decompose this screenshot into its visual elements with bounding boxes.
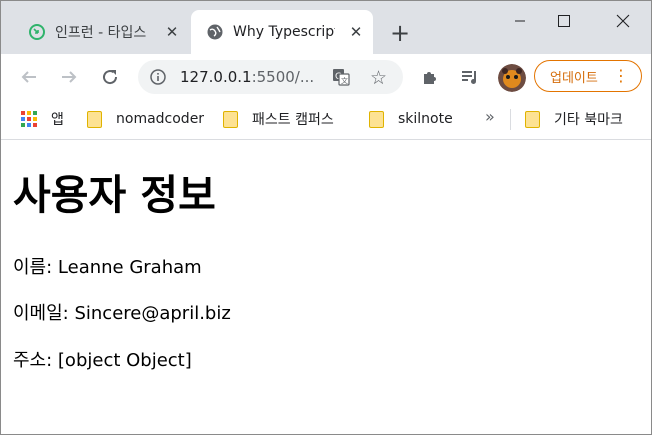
globe-icon (207, 24, 223, 40)
tab-close-icon[interactable]: ✕ (347, 23, 365, 41)
tab-close-icon[interactable]: ✕ (163, 23, 181, 41)
browser-window: 인프런 - 타입스 ✕ Why Typescript ✕ + 127.0.0.1… (0, 0, 652, 435)
bookmark-folder-fastcampus[interactable]: 패스트 캠퍼스 (223, 108, 334, 130)
reload-icon (103, 70, 118, 85)
toolbar: 127.0.0.1:5500/... G文 ☆ 업데이트 ⋮ (1, 54, 651, 100)
tab-title: 인프런 - 타입스 (55, 25, 147, 41)
page-title: 사용자 정보 (13, 171, 216, 219)
back-button[interactable] (15, 63, 43, 91)
close-window-button[interactable] (601, 7, 645, 35)
folder-icon (87, 110, 102, 128)
user-email-line: 이메일: Sincere@april.biz (13, 303, 231, 324)
puzzle-icon (424, 72, 436, 84)
svg-text:文: 文 (341, 76, 348, 85)
new-tab-button[interactable]: + (387, 19, 413, 47)
bookmarks-divider (510, 109, 511, 130)
url-text[interactable]: 127.0.0.1:5500/... (180, 68, 314, 86)
tab-inflearn[interactable]: 인프런 - 타입스 ✕ (15, 10, 189, 54)
tab-title: Why Typescript (233, 24, 335, 40)
forward-button[interactable] (55, 63, 83, 91)
bookmark-label: 앱 (51, 112, 64, 128)
bookmark-label: nomadcoder (116, 111, 205, 127)
inflearn-icon (29, 24, 45, 40)
profile-avatar[interactable] (498, 64, 526, 92)
minimize-button[interactable] (498, 7, 542, 35)
chevron-right-icon[interactable]: » (485, 107, 495, 126)
more-menu-icon[interactable]: ⋮ (613, 68, 629, 84)
maximize-button[interactable] (542, 7, 586, 35)
user-name-line: 이름: Leanne Graham (13, 257, 202, 278)
translate-icon[interactable]: G文 (332, 68, 350, 90)
url-path: :5500/... (251, 68, 315, 86)
forward-arrow-icon (62, 71, 77, 83)
bookmark-label: skilnote (398, 111, 453, 127)
playlist-icon (462, 71, 476, 84)
url-host: 127.0.0.1 (180, 68, 252, 86)
reload-button[interactable] (96, 63, 124, 91)
bookmark-folder-other[interactable]: 기타 북마크 (525, 108, 623, 130)
user-address-line: 주소: [object Object] (13, 350, 192, 371)
back-arrow-icon (21, 71, 36, 83)
media-control-button[interactable] (456, 63, 484, 91)
bookmark-folder-nomadcoder[interactable]: nomadcoder (87, 108, 204, 130)
update-button[interactable]: 업데이트 ⋮ (534, 60, 642, 92)
bookmark-folder-skilnote[interactable]: skilnote (369, 108, 453, 130)
folder-icon (223, 110, 238, 128)
tab-strip: 인프런 - 타입스 ✕ Why Typescript ✕ + (1, 1, 651, 54)
bookmark-label: 패스트 캠퍼스 (252, 112, 334, 128)
folder-icon (525, 110, 540, 128)
bookmark-apps[interactable]: 앱 (21, 108, 64, 130)
bookmark-label: 기타 북마크 (554, 112, 623, 128)
update-label: 업데이트 (550, 70, 598, 86)
info-icon[interactable] (150, 69, 166, 89)
tab-why-typescript[interactable]: Why Typescript ✕ (191, 10, 373, 54)
bookmark-star-icon[interactable]: ☆ (370, 67, 387, 89)
extensions-button[interactable] (416, 63, 444, 91)
apps-grid-icon (21, 111, 37, 127)
bookmarks-bar: 앱 nomadcoder 패스트 캠퍼스 skilnote » 기타 북마크 (1, 100, 651, 140)
address-bar[interactable]: 127.0.0.1:5500/... G文 ☆ (138, 60, 403, 94)
folder-icon (369, 110, 384, 128)
